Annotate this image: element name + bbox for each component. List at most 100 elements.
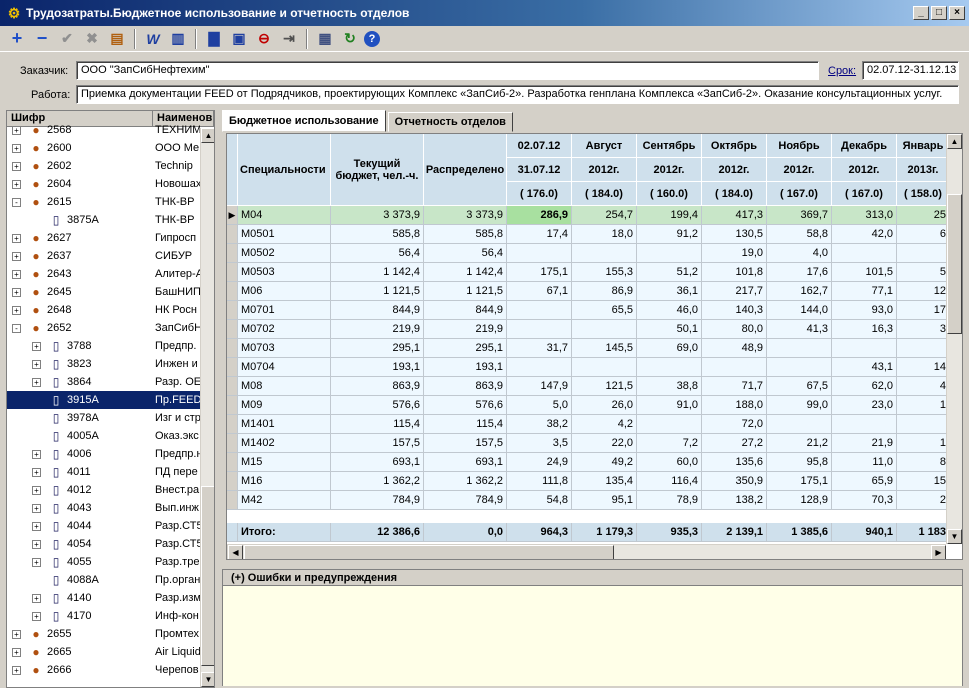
cell-month[interactable]: 19,0	[702, 244, 767, 263]
expand-icon[interactable]: +	[12, 630, 21, 639]
chart-icon[interactable]: ▥	[167, 28, 189, 50]
cancel-icon[interactable]: ✖	[81, 28, 103, 50]
cell-budget[interactable]: 295,1	[331, 339, 424, 358]
cell-specialty[interactable]: М04	[238, 206, 331, 225]
header-month[interactable]: 31.07.12	[507, 158, 572, 182]
work-field[interactable]: Приемка документации FEED от Подрядчиков…	[76, 85, 959, 104]
cell-month[interactable]: 41,3	[767, 320, 832, 339]
errors-panel-header[interactable]: (+) Ошибки и предупреждения	[223, 570, 962, 586]
cell-month[interactable]: 16,3	[832, 320, 897, 339]
header-month[interactable]: 2012г.	[637, 158, 702, 182]
tree-row[interactable]: ▯ 4005А Оказ.экс	[7, 427, 200, 445]
expand-icon[interactable]: +	[12, 126, 21, 135]
tree-row[interactable]: + ● 2645 БашНИП	[7, 283, 200, 301]
cell-specialty[interactable]: М08	[238, 377, 331, 396]
expand-icon[interactable]: +	[32, 540, 41, 549]
table-row[interactable]: М09 576,6 576,6 5,0 26,0 91,0 188,0 99,0 23,0 1	[227, 396, 962, 415]
cell-month[interactable]	[897, 244, 950, 263]
expand-icon[interactable]: +	[12, 162, 21, 171]
cell-month[interactable]: 65,5	[572, 301, 637, 320]
expand-icon[interactable]: +	[32, 612, 41, 621]
grid-hscroll-thumb[interactable]	[244, 545, 614, 559]
cell-specialty[interactable]: М06	[238, 282, 331, 301]
total-row[interactable]: Итого: 12 386,6 0,0 964,3 1 179,3 935,3 2 139,…	[227, 523, 962, 542]
grid-vscroll-thumb[interactable]	[947, 194, 962, 334]
cell-month[interactable]	[507, 301, 572, 320]
cell-distributed[interactable]: 585,8	[424, 225, 507, 244]
term-label[interactable]: Срок:	[828, 65, 856, 77]
cell-budget[interactable]: 3 373,9	[331, 206, 424, 225]
cell-distributed[interactable]: 115,4	[424, 415, 507, 434]
cell-budget[interactable]: 1 142,4	[331, 263, 424, 282]
tree-row[interactable]: + ● 2666 Черепов	[7, 661, 200, 679]
cell-distributed[interactable]: 863,9	[424, 377, 507, 396]
cell-month[interactable]: 5,0	[507, 396, 572, 415]
expand-icon[interactable]: +	[12, 144, 21, 153]
cell-month[interactable]	[897, 415, 950, 434]
cell-month[interactable]: 286,9	[507, 206, 572, 225]
tree-row[interactable]: + ▯ 4043 Вып.инж	[7, 499, 200, 517]
cell-month[interactable]	[572, 244, 637, 263]
cell-specialty[interactable]: М0703	[238, 339, 331, 358]
tree-row[interactable]: + ▯ 4140 Разр.изм	[7, 589, 200, 607]
scroll-down-icon[interactable]: ▼	[201, 672, 214, 687]
cell-month[interactable]: 67,1	[507, 282, 572, 301]
expand-icon[interactable]: +	[32, 504, 41, 513]
cell-month[interactable]: 128,9	[767, 491, 832, 510]
cell-month[interactable]	[507, 358, 572, 377]
tree-row[interactable]: + ▯ 4170 Инф-кон	[7, 607, 200, 625]
cell-month[interactable]	[897, 339, 950, 358]
header-month[interactable]: ( 184.0)	[702, 182, 767, 206]
cell-distributed[interactable]: 0,0	[424, 523, 507, 542]
tree-row[interactable]: + ● 2600 ООО Ме	[7, 139, 200, 157]
header-month[interactable]: Август	[572, 134, 637, 158]
tree-row[interactable]: + ● 2643 Алитер-А	[7, 265, 200, 283]
tree-row[interactable]: + ▯ 4011 ПД пере	[7, 463, 200, 481]
cell-month[interactable]: 21,2	[767, 434, 832, 453]
tree-row[interactable]: + ▯ 4006 Предпр.н	[7, 445, 200, 463]
cell-month[interactable]	[507, 320, 572, 339]
cell-month[interactable]: 350,9	[702, 472, 767, 491]
header-month[interactable]: 02.07.12	[507, 134, 572, 158]
word-icon[interactable]: W	[142, 28, 164, 50]
cell-month[interactable]: 15	[897, 472, 950, 491]
grid-scroll-up-icon[interactable]: ▲	[947, 134, 962, 149]
cell-month[interactable]: 1	[897, 396, 950, 415]
cell-month[interactable]: 65,9	[832, 472, 897, 491]
tree-row[interactable]: + ● 2637 СИБУР	[7, 247, 200, 265]
tree-row[interactable]: + ▯ 4055 Разр.тре	[7, 553, 200, 571]
expand-icon[interactable]: +	[12, 648, 21, 657]
cell-month[interactable]: 6	[897, 225, 950, 244]
cell-month[interactable]: 116,4	[637, 472, 702, 491]
grid-vscroll[interactable]: ▲ ▼	[946, 134, 962, 544]
header-month[interactable]: Январь	[897, 134, 950, 158]
cell-month[interactable]	[637, 358, 702, 377]
expand-icon[interactable]: +	[12, 666, 21, 675]
tree-row[interactable]: + ● 2655 Промтех	[7, 625, 200, 643]
cell-specialty[interactable]: Итого:	[238, 523, 331, 542]
expand-icon[interactable]: +	[32, 468, 41, 477]
tree-row[interactable]: - ● 2615 ТНК-ВР	[7, 193, 200, 211]
cell-distributed[interactable]: 193,1	[424, 358, 507, 377]
header-budget[interactable]: Текущий бюджет, чел.-ч.	[331, 134, 424, 206]
maximize-button[interactable]: □	[931, 6, 947, 20]
cell-month[interactable]: 17	[897, 301, 950, 320]
cell-month[interactable]: 43,1	[832, 358, 897, 377]
cell-month[interactable]: 58,8	[767, 225, 832, 244]
tree-scrollbar[interactable]: ▲ ▼	[200, 128, 214, 687]
cell-month[interactable]: 49,2	[572, 453, 637, 472]
cell-budget[interactable]: 219,9	[331, 320, 424, 339]
customer-field[interactable]: ООО "ЗапСибНефтехим"	[76, 61, 819, 80]
cell-month[interactable]	[572, 320, 637, 339]
cell-month[interactable]: 940,1	[832, 523, 897, 542]
cell-month[interactable]: 69,0	[637, 339, 702, 358]
cell-month[interactable]: 138,2	[702, 491, 767, 510]
help-icon[interactable]: ?	[364, 30, 380, 47]
cell-specialty[interactable]: М15	[238, 453, 331, 472]
cell-month[interactable]: 1	[897, 434, 950, 453]
tree-scroll-thumb[interactable]	[201, 486, 214, 666]
cell-specialty[interactable]: М0702	[238, 320, 331, 339]
tree-row[interactable]: + ▯ 4044 Разр.СТ5	[7, 517, 200, 535]
cell-month[interactable]	[702, 358, 767, 377]
cell-month[interactable]: 17,4	[507, 225, 572, 244]
